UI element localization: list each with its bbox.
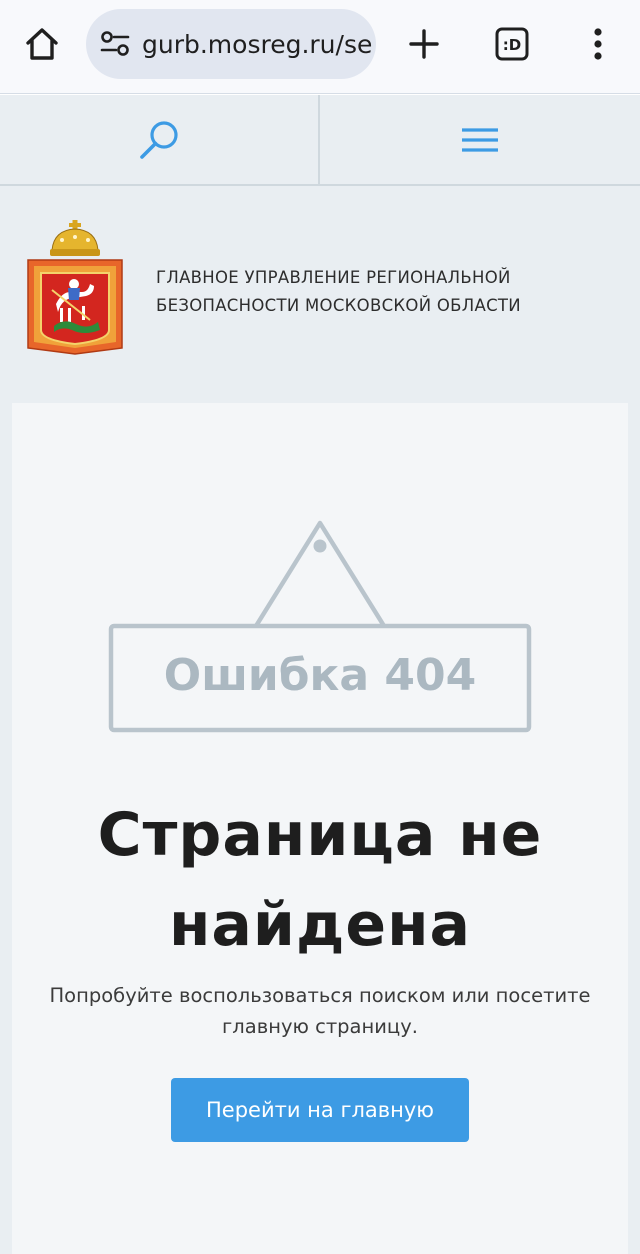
search-button[interactable] (0, 95, 320, 184)
tab-switcher-icon: :D (495, 27, 529, 61)
search-icon (140, 120, 178, 159)
browser-menu-button[interactable] (574, 22, 622, 66)
site-navigation (0, 95, 640, 186)
hamburger-menu-icon (462, 127, 498, 152)
go-home-button[interactable]: Перейти на главную (171, 1078, 469, 1142)
browser-home-button[interactable] (18, 22, 66, 66)
hanging-sign-icon (108, 520, 532, 733)
agency-name[interactable]: ГЛАВНОЕ УПРАВЛЕНИЕ РЕГИОНАЛЬНОЙ БЕЗОПАСН… (156, 264, 626, 320)
address-bar[interactable]: gurb.mosreg.ru/se (86, 9, 376, 79)
error-hint: Попробуйте воспользоваться поиском или п… (49, 984, 591, 1038)
error-code: Ошибка 404 (163, 650, 477, 701)
site-menu-button[interactable] (320, 95, 640, 184)
home-icon (26, 28, 58, 60)
browser-toolbar: gurb.mosreg.ru/se :D (0, 0, 640, 94)
plus-icon (409, 29, 439, 59)
new-tab-button[interactable] (400, 22, 448, 66)
site-settings-icon[interactable] (100, 29, 130, 59)
kebab-menu-icon (594, 28, 602, 60)
page-title: Страница не найдена (97, 800, 543, 960)
moscow-oblast-coat-of-arms-icon[interactable] (24, 220, 126, 356)
site-header: ГЛАВНОЕ УПРАВЛЕНИЕ РЕГИОНАЛЬНОЙ БЕЗОПАСН… (0, 186, 640, 402)
tab-switcher-button[interactable]: :D (488, 22, 536, 66)
url-text[interactable]: gurb.mosreg.ru/se (142, 30, 372, 59)
tab-glyph: :D (503, 36, 521, 54)
